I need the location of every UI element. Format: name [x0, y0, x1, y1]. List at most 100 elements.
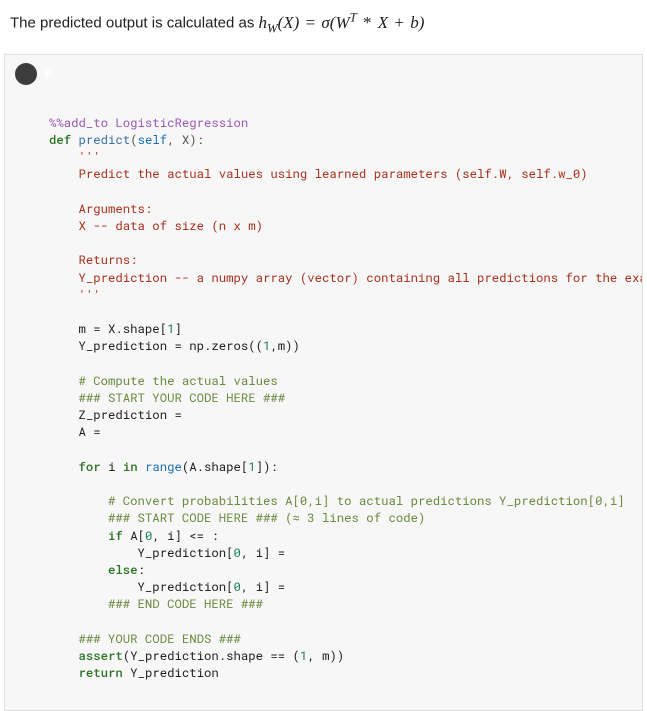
code-token: in: [123, 459, 145, 475]
code-token: (A.shape[: [182, 459, 248, 475]
code-token: for: [79, 459, 109, 475]
code-token: X -- data of size (n x m): [49, 218, 263, 234]
code-token: A[: [130, 528, 145, 544]
code-token: Y_prediction[: [49, 579, 233, 595]
code-line: return Y_prediction: [49, 665, 632, 682]
code-line: [49, 614, 632, 631]
code-token: ''': [49, 149, 101, 165]
code-token: Y_prediction = np.zeros((: [49, 338, 263, 354]
code-token: [49, 614, 56, 630]
code-token: , i] =: [241, 579, 293, 595]
code-token: 1: [248, 459, 255, 475]
code-token: [49, 648, 79, 664]
code-line: def predict(self, X):: [49, 132, 632, 149]
description-text: The predicted output is calculated as hW…: [0, 0, 647, 48]
description-prefix: The predicted output is calculated as: [10, 15, 258, 32]
code-line: # Compute the actual values: [49, 373, 632, 390]
code-token: , X):: [167, 132, 204, 148]
code-token: ### YOUR CODE ENDS ###: [49, 631, 241, 647]
code-token: [49, 459, 79, 475]
code-line: %%add_to LogisticRegression: [49, 115, 632, 132]
code-token: m = X.shape[: [49, 321, 167, 337]
code-line: [49, 442, 632, 459]
code-token: Returns:: [49, 252, 138, 268]
code-line: Predict the actual values using learned …: [49, 166, 632, 183]
code-token: , m)): [307, 648, 344, 664]
code-token: ]):: [256, 459, 278, 475]
code-line: Arguments:: [49, 201, 632, 218]
code-line: [49, 184, 632, 201]
code-line: Y_prediction[0, i] =: [49, 579, 632, 596]
play-icon: [4, 54, 54, 100]
code-token: [49, 356, 56, 372]
code-token: [49, 442, 56, 458]
code-token: predict: [79, 132, 131, 148]
code-line: [49, 304, 632, 321]
code-token: (: [130, 132, 137, 148]
code-line: Y_prediction[0, i] =: [49, 545, 632, 562]
code-token: ### START YOUR CODE HERE ###: [49, 390, 285, 406]
code-token: ### START CODE HERE ### (≈ 3 lines of co…: [49, 510, 425, 526]
code-token: # Compute the actual values: [49, 373, 278, 389]
code-token: [49, 184, 56, 200]
code-token: [49, 476, 56, 492]
code-token: Y_prediction: [130, 665, 219, 681]
code-token: return: [79, 665, 131, 681]
code-line: ''': [49, 287, 632, 304]
code-token: self: [138, 132, 168, 148]
code-line: m = X.shape[1]: [49, 321, 632, 338]
code-line: else:: [49, 562, 632, 579]
code-line: ### START CODE HERE ### (≈ 3 lines of co…: [49, 510, 632, 527]
code-token: Y_prediction[: [49, 545, 233, 561]
code-token: [49, 304, 56, 320]
code-token: :: [138, 562, 145, 578]
code-content[interactable]: %%add_to LogisticRegressiondef predict(s…: [49, 115, 632, 683]
code-token: [49, 562, 108, 578]
code-line: ### END CODE HERE ###: [49, 596, 632, 613]
code-line: ### START YOUR CODE HERE ###: [49, 390, 632, 407]
code-token: A =: [49, 424, 108, 440]
code-token: Z_prediction =: [49, 407, 189, 423]
code-token: range: [145, 459, 182, 475]
code-token: (Y_prediction.shape == (: [123, 648, 300, 664]
code-token: else: [108, 562, 138, 578]
code-token: ,m)): [270, 338, 300, 354]
code-token: Y_prediction -- a numpy array (vector) c…: [49, 270, 643, 286]
code-line: for i in range(A.shape[1]):: [49, 459, 632, 476]
run-cell-button[interactable]: [15, 63, 37, 85]
code-line: # Convert probabilities A[0,i] to actual…: [49, 493, 632, 510]
code-token: i: [108, 459, 123, 475]
code-line: if A[0, i] <= :: [49, 528, 632, 545]
code-line: [49, 235, 632, 252]
code-line: [49, 476, 632, 493]
code-token: [49, 528, 108, 544]
code-token: assert: [79, 648, 123, 664]
code-token: # Convert probabilities A[0,i] to actual…: [49, 493, 625, 509]
code-line: assert(Y_prediction.shape == (1, m)): [49, 648, 632, 665]
code-token: [49, 235, 56, 251]
code-line: [49, 356, 632, 373]
code-token: %%add_to LogisticRegression: [49, 115, 248, 131]
code-token: [49, 665, 79, 681]
code-token: 0: [233, 579, 240, 595]
code-token: def: [49, 132, 79, 148]
code-token: ### END CODE HERE ###: [49, 596, 263, 612]
code-line: ''': [49, 149, 632, 166]
code-line: Y_prediction = np.zeros((1,m)): [49, 338, 632, 355]
code-cell[interactable]: %%add_to LogisticRegressiondef predict(s…: [4, 54, 643, 711]
code-token: Arguments:: [49, 201, 152, 217]
code-token: 0: [233, 545, 240, 561]
code-line: ### YOUR CODE ENDS ###: [49, 631, 632, 648]
code-token: if: [108, 528, 130, 544]
code-token: Predict the actual values using learned …: [49, 166, 588, 182]
code-line: X -- data of size (n x m): [49, 218, 632, 235]
code-line: Z_prediction =: [49, 407, 632, 424]
code-token: ]: [174, 321, 181, 337]
description-formula: hW(X) = σ(WT * X + b): [258, 15, 424, 32]
code-line: Returns:: [49, 252, 632, 269]
code-token: 1: [300, 648, 307, 664]
code-line: A =: [49, 424, 632, 441]
code-line: Y_prediction -- a numpy array (vector) c…: [49, 270, 632, 287]
code-token: ''': [49, 287, 101, 303]
code-token: , i] =: [241, 545, 293, 561]
